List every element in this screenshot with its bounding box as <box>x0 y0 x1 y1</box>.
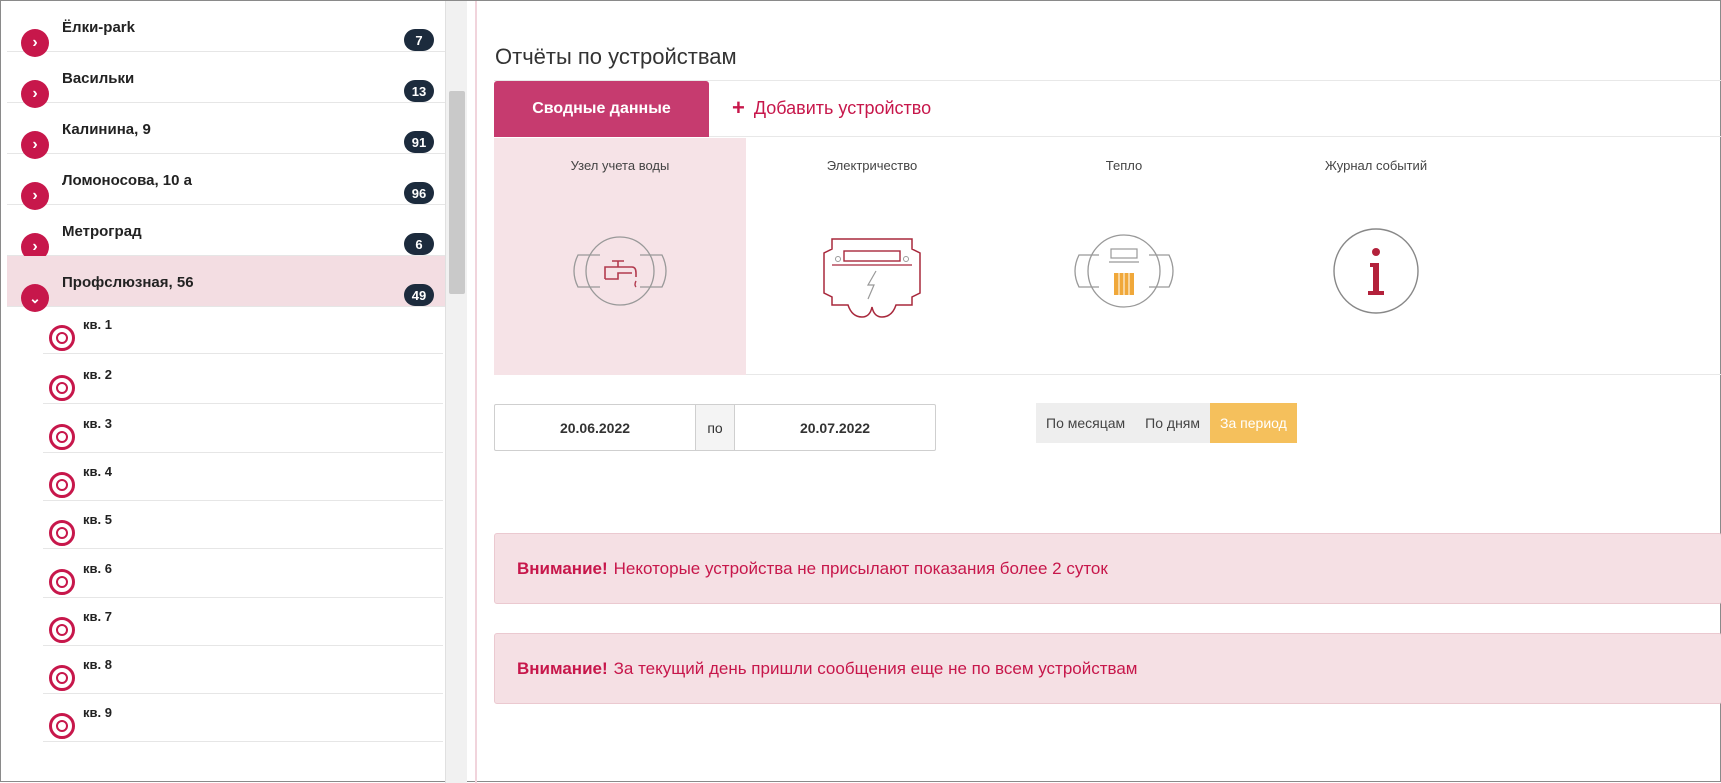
device-label: Узел учета воды <box>570 158 670 173</box>
count-badge: 13 <box>404 80 434 102</box>
compass-icon <box>49 520 75 546</box>
sidebar-group-kalinina[interactable]: › Калинина, 9 91 <box>7 103 445 159</box>
apartment-label: кв. 1 <box>83 317 112 332</box>
compass-icon <box>49 617 75 643</box>
alert-text: Некоторые устройства не присылают показа… <box>613 558 1108 578</box>
apartment-label: кв. 9 <box>83 705 112 720</box>
compass-icon <box>49 472 75 498</box>
sidebar-item-apartment[interactable]: кв. 6 <box>43 547 443 598</box>
device-label: Тепло <box>1105 158 1143 173</box>
sidebar-item-apartment[interactable]: кв. 8 <box>43 643 443 694</box>
sidebar-item-apartment[interactable]: кв. 7 <box>43 595 443 646</box>
apartment-label: кв. 6 <box>83 561 112 576</box>
alert-text: За текущий день пришли сообщения еще не … <box>613 658 1138 678</box>
sidebar-group-metrograd[interactable]: › Метроград 6 <box>7 205 445 261</box>
sidebar-group-vasilki[interactable]: › Васильки 13 <box>7 52 445 108</box>
date-to-field[interactable]: 20.07.2022 <box>735 405 935 450</box>
sidebar-item-apartment[interactable]: кв. 3 <box>43 402 443 453</box>
device-electricity[interactable]: Электричество <box>746 138 998 375</box>
period-months-button[interactable]: По месяцам <box>1036 403 1136 443</box>
alert-stale-devices: Внимание! Некоторые устройства не присыл… <box>494 533 1721 604</box>
count-badge: 6 <box>404 233 434 255</box>
sidebar-group-label: Ёлки-park <box>62 19 135 36</box>
sidebar-group-lomonosova[interactable]: › Ломоносова, 10 а 96 <box>7 154 445 210</box>
compass-icon <box>49 665 75 691</box>
alert-strong: Внимание! <box>517 658 608 678</box>
alert-incomplete-day: Внимание! За текущий день пришли сообщен… <box>494 633 1721 704</box>
app-window: › Ёлки-park 7 › Васильки 13 › Калинина, … <box>0 0 1721 783</box>
info-icon <box>1250 216 1502 326</box>
compass-icon <box>49 713 75 739</box>
plus-icon: + <box>732 95 745 120</box>
sidebar-scrollbar[interactable] <box>445 1 467 783</box>
apartment-label: кв. 5 <box>83 512 112 527</box>
device-heat[interactable]: Тепло <box>998 138 1250 375</box>
sidebar-group-profsoyuznaya[interactable]: ⌄ Профслюзная, 56 49 <box>7 256 445 312</box>
apartment-label: кв. 7 <box>83 609 112 624</box>
sidebar-item-apartment[interactable]: кв. 2 <box>43 353 443 404</box>
sidebar-item-apartment[interactable]: кв. 5 <box>43 498 443 549</box>
device-event-log[interactable]: Журнал событий <box>1250 138 1502 375</box>
tab-summary[interactable]: Сводные данные <box>494 81 709 137</box>
count-badge: 7 <box>404 29 434 51</box>
add-device-link[interactable]: + Добавить устройство <box>732 97 931 119</box>
apartment-label: кв. 8 <box>83 657 112 672</box>
sidebar-group-label: Калинина, 9 <box>62 121 151 138</box>
sidebar-item-apartment[interactable]: кв. 9 <box>43 691 443 742</box>
sidebar-group-elki-park[interactable]: › Ёлки-park 7 <box>7 1 445 57</box>
count-badge: 91 <box>404 131 434 153</box>
apartment-label: кв. 2 <box>83 367 112 382</box>
device-label: Журнал событий <box>1324 158 1428 173</box>
compass-icon <box>49 569 75 595</box>
device-label: Электричество <box>826 158 918 173</box>
count-badge: 96 <box>404 182 434 204</box>
compass-icon <box>49 375 75 401</box>
device-types: Узел учета воды Электричество Тепло Журн… <box>494 138 1721 375</box>
device-water[interactable]: Узел учета воды <box>494 138 746 375</box>
period-range-button[interactable]: За период <box>1210 403 1297 443</box>
scrollbar-thumb[interactable] <box>449 91 465 294</box>
date-range: 20.06.2022 по 20.07.2022 <box>494 404 936 451</box>
sidebar-group-label: Профслюзная, 56 <box>62 274 194 291</box>
water-meter-icon <box>494 216 746 326</box>
sidebar-item-apartment[interactable]: кв. 4 <box>43 450 443 501</box>
sidebar-group-label: Ломоносова, 10 а <box>62 172 192 189</box>
heat-meter-icon <box>998 216 1250 326</box>
date-from-field[interactable]: 20.06.2022 <box>495 405 695 450</box>
electricity-meter-icon <box>746 216 998 326</box>
tab-bar: Сводные данные + Добавить устройство <box>494 81 1721 137</box>
alert-strong: Внимание! <box>517 558 608 578</box>
period-toggle: По месяцам По дням За период <box>1036 403 1297 443</box>
apartment-label: кв. 4 <box>83 464 112 479</box>
period-days-button[interactable]: По дням <box>1135 403 1211 443</box>
apartment-label: кв. 3 <box>83 416 112 431</box>
main-panel: Отчёты по устройствам Сводные данные + Д… <box>477 1 1721 783</box>
date-separator: по <box>695 405 735 450</box>
page-title: Отчёты по устройствам <box>495 44 737 69</box>
sidebar-group-label: Метроград <box>62 223 142 240</box>
compass-icon <box>49 424 75 450</box>
add-device-label: Добавить устройство <box>753 97 932 118</box>
compass-icon <box>49 325 75 351</box>
sidebar-item-apartment[interactable]: кв. 1 <box>43 303 443 354</box>
sidebar-group-label: Васильки <box>62 70 135 87</box>
